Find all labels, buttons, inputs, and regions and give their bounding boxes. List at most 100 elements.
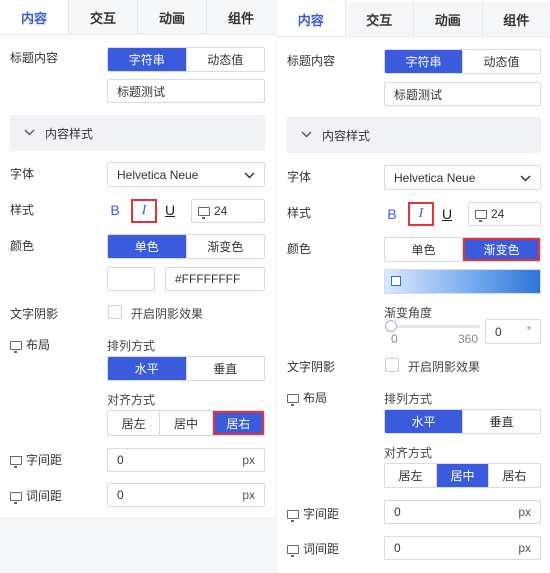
- font-size-value: 24: [491, 207, 505, 221]
- tab-component[interactable]: 组件: [483, 2, 550, 36]
- align-center-option[interactable]: 居中: [160, 411, 213, 435]
- gradient-color-option[interactable]: 渐变色: [187, 235, 265, 258]
- gradient-stop-handle[interactable]: [391, 276, 401, 286]
- angle-min-label: 0: [391, 332, 398, 346]
- color-swatch[interactable]: [107, 267, 155, 291]
- px-unit: px: [242, 488, 255, 502]
- tab-content[interactable]: 内容: [0, 0, 69, 34]
- shadow-checkbox-label: 开启阴影效果: [131, 307, 204, 321]
- word-spacing-label: 词间距: [26, 489, 63, 503]
- gradient-angle-slider[interactable]: [388, 325, 480, 328]
- letter-spacing-input[interactable]: 0 px: [384, 500, 541, 524]
- content-style-section[interactable]: 内容样式: [10, 115, 265, 151]
- word-spacing-value: 0: [117, 488, 124, 502]
- align-left-option[interactable]: 居左: [385, 464, 437, 487]
- word-spacing-label-row: 词间距: [10, 487, 63, 505]
- string-option[interactable]: 字符串: [108, 48, 187, 71]
- dropdown-arrow-icon: [520, 171, 531, 185]
- degree-symbol: °: [527, 326, 531, 337]
- style-label: 样式: [287, 206, 312, 220]
- content-style-section[interactable]: 内容样式: [287, 117, 541, 153]
- color-hex-input[interactable]: #FFFFFFFF: [165, 267, 265, 291]
- value-type-toggle: 字符串 动态值: [384, 49, 541, 74]
- letter-spacing-label: 字间距: [303, 507, 340, 521]
- horizontal-option[interactable]: 水平: [108, 357, 187, 380]
- vertical-option[interactable]: 垂直: [463, 410, 540, 433]
- letter-spacing-value: 0: [394, 505, 401, 519]
- shadow-checkbox[interactable]: [385, 358, 399, 372]
- monitor-icon: [287, 545, 299, 558]
- px-unit: px: [518, 541, 531, 555]
- font-size-value: 24: [214, 204, 228, 218]
- tab-interaction[interactable]: 交互: [346, 2, 414, 36]
- direction-toggle: 水平 垂直: [107, 356, 265, 381]
- string-option[interactable]: 字符串: [385, 50, 463, 73]
- align-left-option[interactable]: 居左: [108, 411, 161, 435]
- title-input-value: 标题测试: [394, 87, 443, 102]
- title-content-label: 标题内容: [287, 54, 336, 68]
- chevron-down-icon: [301, 129, 312, 141]
- dynamic-value-option[interactable]: 动态值: [463, 50, 540, 73]
- shadow-checkbox-label: 开启阴影效果: [408, 360, 481, 374]
- arrangement-label: 排列方式: [384, 392, 433, 406]
- gradient-bar[interactable]: [384, 269, 541, 294]
- align-toggle: 居左 居中 居右: [384, 463, 541, 488]
- bold-button[interactable]: B: [106, 199, 124, 221]
- letter-spacing-label-row: 字间距: [287, 505, 340, 523]
- solid-color-option[interactable]: 单色: [108, 235, 187, 258]
- word-spacing-input[interactable]: 0 px: [384, 536, 541, 560]
- tab-component[interactable]: 组件: [207, 0, 275, 34]
- dynamic-value-option[interactable]: 动态值: [187, 48, 265, 71]
- italic-button[interactable]: I: [131, 199, 157, 223]
- font-select-value: Helvetica Neue: [394, 170, 476, 185]
- word-spacing-value: 0: [394, 541, 401, 555]
- color-hex-value: #FFFFFFFF: [175, 272, 241, 286]
- align-center-option[interactable]: 居中: [437, 464, 489, 487]
- px-unit: px: [242, 453, 255, 467]
- vertical-option[interactable]: 垂直: [187, 357, 265, 380]
- underline-button[interactable]: U: [161, 199, 179, 221]
- horizontal-option[interactable]: 水平: [385, 410, 463, 433]
- monitor-icon: [287, 510, 299, 523]
- monitor-icon: [475, 209, 487, 222]
- layout-label: 布局: [26, 338, 51, 352]
- bold-button[interactable]: B: [383, 203, 401, 225]
- font-select[interactable]: Helvetica Neue: [384, 165, 541, 190]
- right-panel: 内容 交互 动画 组件 标题内容 字符串 动态值 标题测试 内容样式 字体 He…: [277, 0, 550, 573]
- letter-spacing-label: 字间距: [26, 453, 63, 467]
- italic-button[interactable]: I: [408, 202, 434, 226]
- solid-color-option[interactable]: 单色: [385, 238, 463, 261]
- underline-button[interactable]: U: [438, 203, 456, 225]
- alignment-label: 对齐方式: [384, 446, 433, 460]
- color-mode-toggle: 单色 渐变色: [107, 234, 265, 259]
- gradient-color-option[interactable]: 渐变色: [463, 238, 540, 261]
- font-size-input[interactable]: 24: [191, 199, 265, 223]
- gradient-angle-input[interactable]: 0 °: [485, 319, 541, 344]
- font-size-input[interactable]: 24: [468, 202, 541, 226]
- monitor-icon: [198, 206, 210, 219]
- gradient-angle-slider-thumb[interactable]: [385, 320, 397, 332]
- left-panel: 内容 交互 动画 组件 标题内容 字符串 动态值 标题测试 内容样式 字体 He…: [0, 0, 275, 517]
- text-shadow-label: 文字阴影: [287, 360, 336, 374]
- font-label: 字体: [10, 167, 35, 181]
- layout-label-row: 布局: [287, 389, 327, 407]
- monitor-icon: [10, 456, 22, 469]
- tab-content[interactable]: 内容: [277, 2, 346, 36]
- color-label: 颜色: [287, 242, 312, 256]
- word-spacing-input[interactable]: 0 px: [107, 483, 265, 507]
- letter-spacing-input[interactable]: 0 px: [107, 448, 265, 472]
- title-input[interactable]: 标题测试: [107, 79, 265, 103]
- title-input[interactable]: 标题测试: [384, 82, 541, 106]
- chevron-down-icon: [24, 127, 35, 139]
- title-input-value: 标题测试: [117, 84, 166, 99]
- color-label: 颜色: [10, 239, 35, 253]
- align-right-option[interactable]: 居右: [489, 464, 540, 487]
- letter-spacing-value: 0: [117, 453, 124, 467]
- tab-animation[interactable]: 动画: [414, 2, 483, 36]
- align-right-option[interactable]: 居右: [212, 411, 264, 435]
- shadow-checkbox[interactable]: [108, 305, 122, 319]
- tab-animation[interactable]: 动画: [138, 0, 207, 34]
- font-select[interactable]: Helvetica Neue: [107, 162, 265, 187]
- monitor-icon: [10, 341, 22, 354]
- tab-interaction[interactable]: 交互: [69, 0, 138, 34]
